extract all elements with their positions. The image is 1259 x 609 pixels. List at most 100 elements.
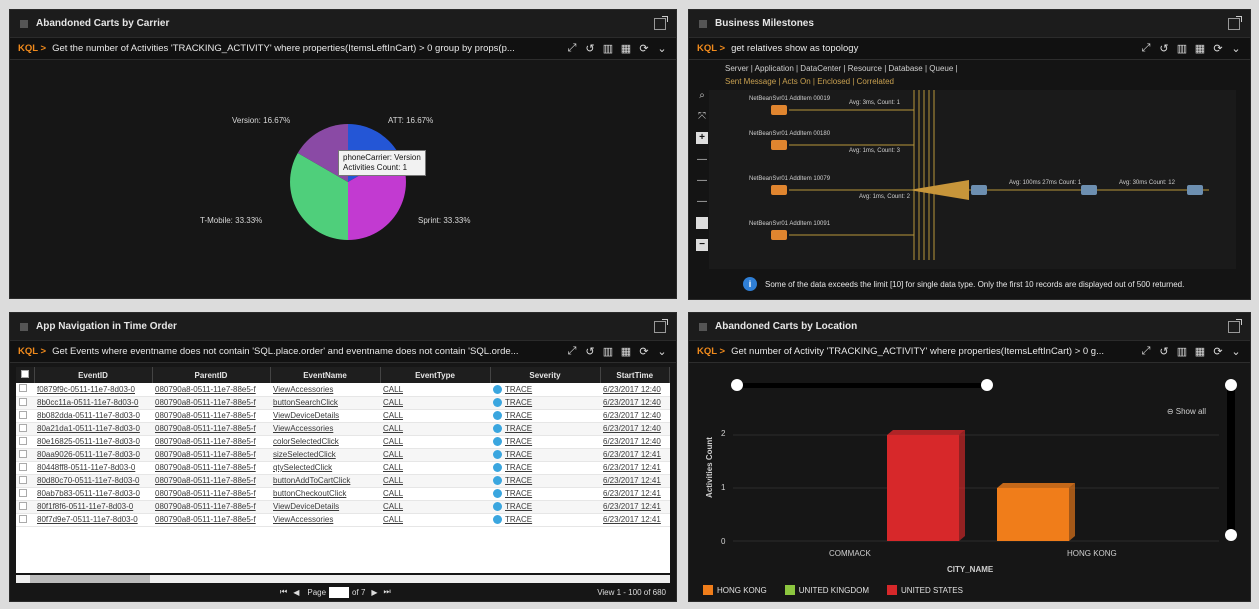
topology-node[interactable] <box>771 230 787 240</box>
column-header-eventname[interactable]: EventName <box>270 367 381 383</box>
table-cell[interactable]: 6/23/2017 12:40 <box>600 409 670 423</box>
vertical-range-track[interactable] <box>1227 385 1235 535</box>
calendar-icon[interactable]: ▦ <box>620 42 632 55</box>
table-cell[interactable]: 80ab7b83-0511-11e7-8d03-0 <box>34 487 152 501</box>
table-cell[interactable]: TRACE <box>490 422 600 436</box>
topology-node[interactable] <box>771 185 787 195</box>
table-cell[interactable]: TRACE <box>490 487 600 501</box>
legend-item[interactable]: HONG KONG <box>703 585 767 595</box>
table-row[interactable]: 8b0cc11a-0511-11e7-8d03-0 080790a8-0511-1… <box>16 396 670 410</box>
row-checkbox-cell[interactable] <box>16 396 34 410</box>
table-cell[interactable]: CALL <box>380 461 490 475</box>
zoom-slider-track[interactable]: — <box>697 196 707 207</box>
horizontal-scrollbar[interactable] <box>16 575 670 583</box>
calendar-icon[interactable]: ▦ <box>1194 42 1206 55</box>
table-row[interactable]: 80f1f8f6-0511-11e7-8d03-0 080790a8-0511-1… <box>16 500 670 514</box>
table-cell[interactable]: 80f7d9e7-0511-11e7-8d03-0 <box>34 513 152 527</box>
expand-icon[interactable]: ⤢ <box>1140 42 1152 55</box>
table-cell[interactable]: 080790a8-0511-11e7-88e5-f <box>152 474 270 488</box>
table-cell[interactable]: 080790a8-0511-11e7-88e5-f <box>152 487 270 501</box>
row-checkbox[interactable] <box>19 436 27 445</box>
row-checkbox-cell[interactable] <box>16 383 34 397</box>
refresh-icon[interactable]: ⟳ <box>1212 42 1224 55</box>
table-cell[interactable]: 080790a8-0511-11e7-88e5-f <box>152 435 270 449</box>
row-checkbox[interactable] <box>19 514 27 523</box>
table-cell[interactable]: 80d80c70-0511-11e7-8d03-0 <box>34 474 152 488</box>
row-checkbox[interactable] <box>19 449 27 458</box>
table-cell[interactable]: CALL <box>380 513 490 527</box>
table-cell[interactable]: TRACE <box>490 396 600 410</box>
table-row[interactable]: 80ab7b83-0511-11e7-8d03-0 080790a8-0511-1… <box>16 487 670 501</box>
zoom-in-button[interactable]: + <box>696 132 708 144</box>
column-header-eventtype[interactable]: EventType <box>380 367 491 383</box>
table-row[interactable]: 80aa9026-0511-11e7-8d03-0 080790a8-0511-1… <box>16 448 670 462</box>
table-cell[interactable]: TRACE <box>490 500 600 514</box>
zoom-out-button[interactable]: − <box>696 239 708 251</box>
table-cell[interactable]: 080790a8-0511-11e7-88e5-f <box>152 409 270 423</box>
table-row[interactable]: 80448ff8-0511-11e7-8d03-0 080790a8-0511-1… <box>16 461 670 475</box>
row-checkbox[interactable] <box>19 410 27 419</box>
table-cell[interactable]: CALL <box>380 448 490 462</box>
table-cell[interactable]: buttonSearchClick <box>270 396 380 410</box>
row-checkbox-cell[interactable] <box>16 487 34 501</box>
chart-icon[interactable]: ▥ <box>602 345 614 358</box>
chevron-down-icon[interactable]: ⌄ <box>656 42 668 55</box>
zoom-slider-handle[interactable] <box>696 217 708 229</box>
chart-icon[interactable]: ▥ <box>1176 345 1188 358</box>
panel-handle-icon[interactable] <box>20 19 28 28</box>
table-cell[interactable]: 80448ff8-0511-11e7-8d03-0 <box>34 461 152 475</box>
table-cell[interactable]: ViewAccessories <box>270 383 380 397</box>
scrollbar-thumb[interactable] <box>30 575 150 583</box>
row-checkbox[interactable] <box>19 488 27 497</box>
table-cell[interactable]: TRACE <box>490 383 600 397</box>
row-checkbox-cell[interactable] <box>16 513 34 527</box>
undo-icon[interactable]: ↺ <box>1158 345 1170 358</box>
row-checkbox-cell[interactable] <box>16 500 34 514</box>
panel-handle-icon[interactable] <box>699 19 707 28</box>
milestones-query-bar[interactable]: KQL > get relatives show as topology ⤢ ↺… <box>689 38 1250 60</box>
select-all-header[interactable] <box>16 367 35 383</box>
expand-icon[interactable]: ⤢ <box>566 42 578 55</box>
table-row[interactable]: 80f7d9e7-0511-11e7-8d03-0 080790a8-0511-1… <box>16 513 670 527</box>
row-checkbox-cell[interactable] <box>16 409 34 423</box>
navigation-query-bar[interactable]: KQL > Get Events where eventname does no… <box>10 341 676 363</box>
table-cell[interactable]: TRACE <box>490 409 600 423</box>
table-cell[interactable]: CALL <box>380 474 490 488</box>
popout-icon[interactable] <box>654 15 668 30</box>
table-cell[interactable]: CALL <box>380 409 490 423</box>
bar-united-states[interactable] <box>887 435 959 541</box>
legend-item[interactable]: UNITED STATES <box>887 585 963 595</box>
column-header-eventid[interactable]: EventID <box>34 367 153 383</box>
table-cell[interactable]: 8b0cc11a-0511-11e7-8d03-0 <box>34 396 152 410</box>
column-header-starttime[interactable]: StartTime <box>600 367 670 383</box>
refresh-icon[interactable]: ⟳ <box>638 42 650 55</box>
table-cell[interactable]: buttonCheckoutClick <box>270 487 380 501</box>
table-cell[interactable]: 080790a8-0511-11e7-88e5-f <box>152 396 270 410</box>
zoom-slider-track[interactable]: — <box>697 175 707 186</box>
bar-hong-kong[interactable] <box>997 488 1069 541</box>
panel-handle-icon[interactable] <box>20 322 28 331</box>
table-cell[interactable]: ViewDeviceDetails <box>270 500 380 514</box>
location-query-bar[interactable]: KQL > Get number of Activity 'TRACKING_A… <box>689 341 1250 363</box>
calendar-icon[interactable]: ▦ <box>1194 345 1206 358</box>
fit-icon[interactable]: ⤧ <box>698 111 706 122</box>
table-cell[interactable]: buttonAddToCartClick <box>270 474 380 488</box>
table-cell[interactable]: ViewDeviceDetails <box>270 409 380 423</box>
table-cell[interactable]: sizeSelectedClick <box>270 448 380 462</box>
table-cell[interactable]: 6/23/2017 12:40 <box>600 435 670 449</box>
table-cell[interactable]: 6/23/2017 12:40 <box>600 383 670 397</box>
popout-icon[interactable] <box>1228 318 1242 333</box>
chevron-down-icon[interactable]: ⌄ <box>656 345 668 358</box>
table-cell[interactable]: CALL <box>380 396 490 410</box>
chart-icon[interactable]: ▥ <box>602 42 614 55</box>
first-page-icon[interactable]: ⏮ <box>280 587 287 597</box>
table-cell[interactable]: 080790a8-0511-11e7-88e5-f <box>152 448 270 462</box>
table-cell[interactable]: qtySelectedClick <box>270 461 380 475</box>
table-cell[interactable]: CALL <box>380 422 490 436</box>
navigation-query-text[interactable]: Get Events where eventname does not cont… <box>52 346 558 357</box>
row-checkbox[interactable] <box>19 384 27 393</box>
table-cell[interactable]: 80f1f8f6-0511-11e7-8d03-0 <box>34 500 152 514</box>
vertical-handle-bottom[interactable] <box>1225 529 1237 541</box>
table-cell[interactable]: 080790a8-0511-11e7-88e5-f <box>152 500 270 514</box>
table-cell[interactable]: 8b082dda-0511-11e7-8d03-0 <box>34 409 152 423</box>
